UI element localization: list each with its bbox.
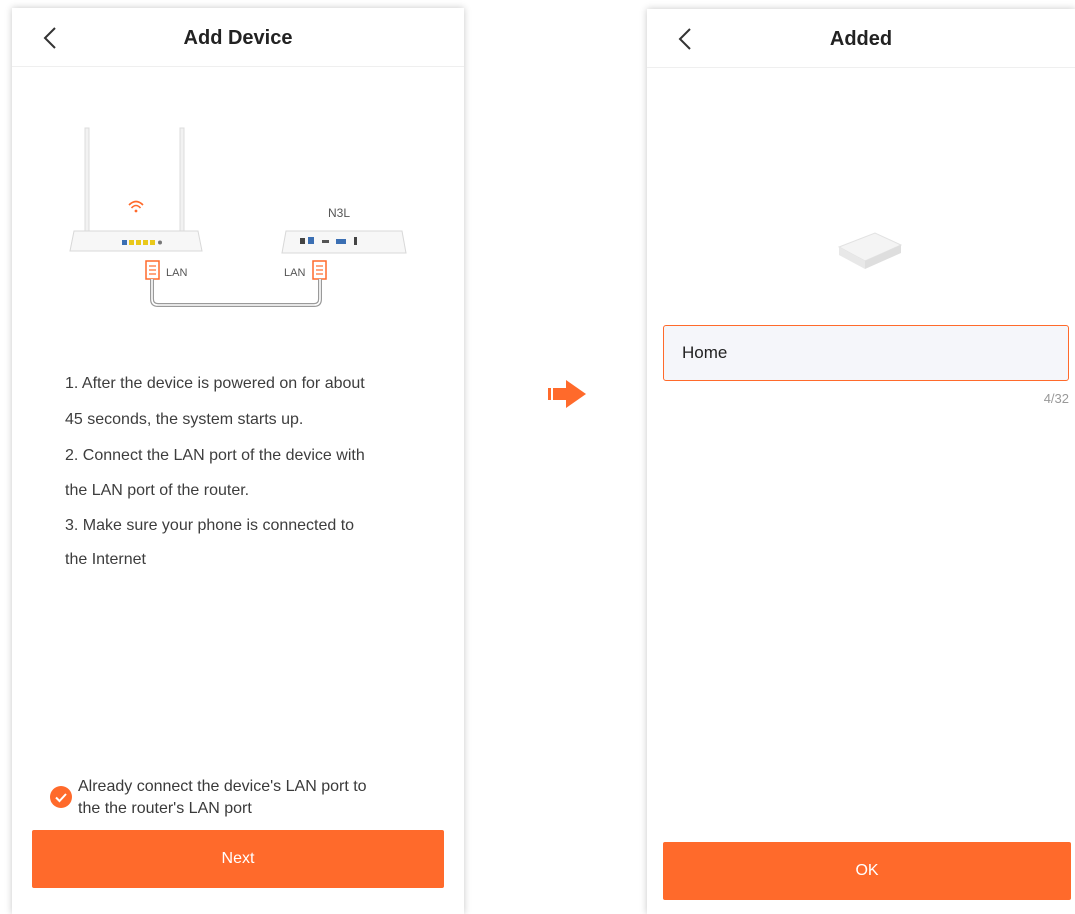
next-button[interactable]: Next	[32, 830, 444, 888]
connection-illustration: LAN N3L LAN	[69, 127, 407, 307]
instruction-line: 1. After the device is powered on for ab…	[65, 375, 365, 392]
checkbox-label-line: Already connect the device's LAN port to	[78, 778, 367, 795]
device-port-label: LAN	[284, 267, 305, 279]
instruction-line: the LAN port of the router.	[65, 482, 250, 499]
ethernet-plug-icon	[145, 260, 160, 280]
instruction-line: 45 seconds, the system starts up.	[65, 411, 304, 428]
add-device-screen: Add Device LAN N3L LAN 1. After the devi…	[12, 8, 464, 914]
instruction-line: the Internet	[65, 551, 146, 568]
arrow-right-icon	[548, 380, 586, 408]
added-screen: Added Home 4/32 OK	[647, 9, 1075, 914]
router-antenna-right	[179, 127, 185, 234]
device-model-label: N3L	[328, 206, 350, 220]
ethernet-cable	[150, 279, 322, 307]
router-antenna-left	[84, 127, 90, 234]
router-port-label: LAN	[166, 267, 187, 279]
page-title: Added	[829, 28, 893, 50]
header: Add Device	[12, 8, 464, 67]
checkbox-label: Already connect the device's LAN port to…	[78, 776, 428, 820]
wifi-icon	[128, 200, 144, 213]
page-title: Add Device	[183, 27, 293, 49]
header: Added	[647, 9, 1075, 68]
instruction-line: 3. Make sure your phone is connected to	[65, 517, 355, 534]
ethernet-plug-icon	[312, 260, 327, 280]
character-counter: 4/32	[1043, 391, 1069, 406]
ok-button[interactable]: OK	[663, 842, 1071, 900]
checkmark-circle-icon[interactable]	[50, 786, 72, 808]
device-name-input[interactable]: Home	[663, 325, 1069, 381]
device-image	[837, 232, 903, 269]
checkbox-label-line: the the router's LAN port	[78, 800, 252, 817]
instruction-line: 2. Connect the LAN port of the device wi…	[65, 447, 365, 464]
